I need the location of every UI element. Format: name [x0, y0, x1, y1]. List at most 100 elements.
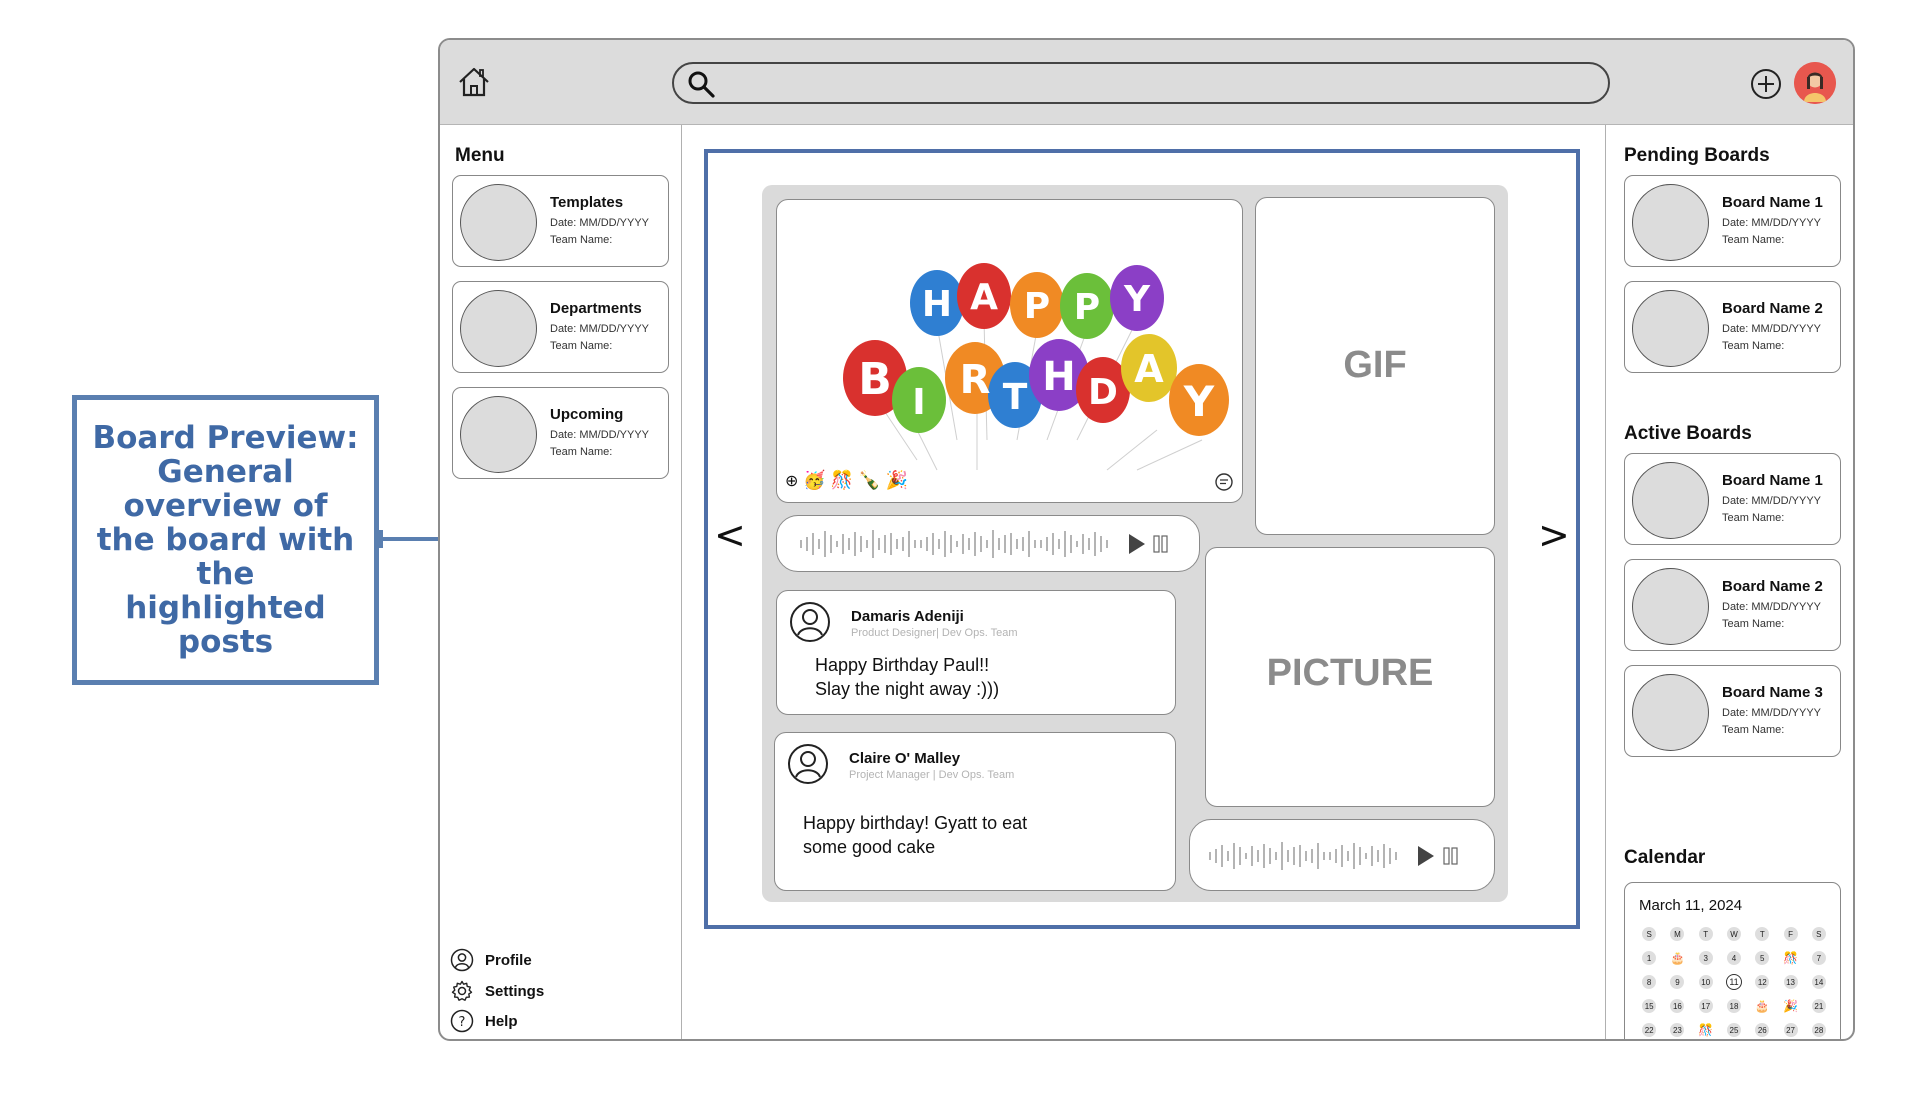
calendar-day[interactable]: 14: [1811, 975, 1826, 989]
calendar-day[interactable]: 26: [1755, 1023, 1770, 1037]
reaction-bar[interactable]: ⊕ 🥳 🎊 🍾 🎉: [785, 470, 908, 491]
calendar-day[interactable]: 17: [1698, 999, 1713, 1013]
picture-label: PICTURE: [1266, 652, 1434, 694]
left-sidebar: Menu Templates Date: MM/DD/YYYY Team Nam…: [440, 125, 682, 1039]
card-thumbnail: [1632, 568, 1709, 645]
annotation-text: Board Preview: General overview of the b…: [92, 420, 359, 660]
calendar-weekday: F: [1783, 927, 1798, 941]
calendar-cell: 21: [1805, 997, 1833, 1015]
calendar-day[interactable]: 16: [1670, 999, 1685, 1013]
card-date: Date: MM/DD/YYYY: [550, 429, 650, 441]
previous-arrow-button[interactable]: <: [714, 513, 746, 557]
plus-circle-icon[interactable]: [1749, 67, 1783, 101]
active-board-card[interactable]: Board Name 2 Date: MM/DD/YYYY Team Name:: [1624, 559, 1841, 651]
card-thumbnail: [460, 396, 537, 473]
calendar-day[interactable]: 9: [1670, 975, 1685, 989]
calendar-day[interactable]: 28: [1811, 1023, 1826, 1037]
message-post[interactable]: Damaris Adeniji Product Designer| Dev Op…: [776, 590, 1176, 715]
calendar-day[interactable]: 5: [1755, 951, 1770, 965]
calendar-day[interactable]: 27: [1783, 1023, 1798, 1037]
calendar-day[interactable]: 1: [1642, 951, 1657, 965]
search-input[interactable]: [672, 62, 1610, 104]
user-icon: [788, 744, 828, 784]
next-arrow-button[interactable]: >: [1538, 513, 1570, 557]
user-icon: [450, 948, 474, 972]
calendar-day[interactable]: 🎊: [1783, 950, 1799, 966]
add-reaction-icon[interactable]: ⊕: [785, 473, 798, 490]
birthday-balloons-post[interactable]: H A P P Y B I R T H D A Y ⊕ 🥳 🎊 🍾 🎉: [776, 199, 1243, 503]
card-thumbnail: [460, 290, 537, 367]
calendar-cell: T: [1692, 925, 1720, 943]
calendar-cell: 🎊: [1692, 1021, 1720, 1039]
calendar-cell: 9: [1663, 973, 1691, 991]
calendar-weekday: M: [1670, 927, 1685, 941]
svg-text:A: A: [970, 277, 998, 318]
post-message-line: Slay the night away :))): [815, 679, 1000, 699]
card-date: Date: MM/DD/YYYY: [1722, 323, 1822, 335]
audio-post[interactable]: [1189, 819, 1495, 891]
calendar-cell: 16: [1663, 997, 1691, 1015]
gif-placeholder[interactable]: GIF: [1255, 197, 1495, 535]
calendar-cell: 4: [1720, 949, 1748, 967]
svg-text:P: P: [1074, 287, 1100, 328]
card-team: Team Name:: [550, 340, 613, 352]
calendar-day[interactable]: 23: [1670, 1023, 1685, 1037]
calendar-cell: 12: [1748, 973, 1776, 991]
pending-board-card[interactable]: Board Name 2 Date: MM/DD/YYYY Team Name:: [1624, 281, 1841, 373]
svg-text:Y: Y: [1183, 377, 1215, 426]
pending-board-card[interactable]: Board Name 1 Date: MM/DD/YYYY Team Name:: [1624, 175, 1841, 267]
picture-placeholder[interactable]: PICTURE: [1205, 547, 1495, 807]
calendar-day[interactable]: 🎂: [1754, 998, 1770, 1014]
calendar-cell: 23: [1663, 1021, 1691, 1039]
svg-text:Y: Y: [1123, 279, 1151, 320]
calendar-day[interactable]: 4: [1726, 951, 1741, 965]
message-post[interactable]: Claire O' Malley Project Manager | Dev O…: [774, 732, 1176, 891]
post-message-line: Happy birthday! Gyatt to eat: [803, 813, 1028, 833]
menu-item-departments[interactable]: Departments Date: MM/DD/YYYY Team Name:: [452, 281, 669, 373]
card-team: Team Name:: [1722, 724, 1785, 736]
calendar-weekday: W: [1726, 927, 1741, 941]
card-title: Board Name 1: [1722, 472, 1823, 489]
calendar-day[interactable]: 13: [1783, 975, 1798, 989]
menu-item-upcoming[interactable]: Upcoming Date: MM/DD/YYYY Team Name:: [452, 387, 669, 479]
calendar-day[interactable]: 15: [1642, 999, 1657, 1013]
calendar-day[interactable]: 8: [1642, 975, 1657, 989]
calendar-grid: S M T W T F S 1 🎂 3 4 5 🎊 7 8 9 10 11 12 13 14 15 16 17 18 🎂 🎉 21 22…: [1635, 925, 1833, 1039]
calendar-day[interactable]: 21: [1811, 999, 1826, 1013]
active-board-card[interactable]: Board Name 3 Date: MM/DD/YYYY Team Name:: [1624, 665, 1841, 757]
menu-item-templates[interactable]: Templates Date: MM/DD/YYYY Team Name:: [452, 175, 669, 267]
calendar-day[interactable]: 11: [1725, 974, 1742, 990]
calendar-day[interactable]: 7: [1811, 951, 1826, 965]
active-board-card[interactable]: Board Name 1 Date: MM/DD/YYYY Team Name:: [1624, 453, 1841, 545]
reaction-emojis[interactable]: 🥳 🎊 🍾 🎉: [803, 470, 908, 490]
footer-label: Settings: [485, 982, 545, 1000]
card-team: Team Name:: [1722, 512, 1785, 524]
calendar-day[interactable]: 25: [1726, 1023, 1741, 1037]
calendar-day[interactable]: 🎉: [1783, 998, 1799, 1014]
footer-item-profile[interactable]: Profile: [450, 947, 532, 973]
calendar-cell: T: [1748, 925, 1776, 943]
user-avatar[interactable]: [1794, 62, 1836, 104]
comment-icon[interactable]: [1214, 472, 1234, 492]
post-message-line: Happy Birthday Paul!!: [815, 655, 990, 675]
calendar-cell: S: [1805, 925, 1833, 943]
calendar-day[interactable]: 18: [1726, 999, 1741, 1013]
svg-text:D: D: [1088, 372, 1118, 413]
board-preview-frame: < > H A P P Y B I R T H D A Y ⊕ 🥳 🎊 🍾 🎉 …: [704, 149, 1580, 929]
home-icon[interactable]: [456, 64, 492, 100]
calendar-day[interactable]: 3: [1698, 951, 1713, 965]
audio-post[interactable]: [776, 515, 1200, 572]
annotation-callout: Board Preview: General overview of the b…: [72, 395, 379, 685]
calendar-cell: 17: [1692, 997, 1720, 1015]
card-thumbnail: [460, 184, 537, 261]
calendar-cell: 15: [1635, 997, 1663, 1015]
svg-text:R: R: [960, 357, 991, 403]
calendar-day[interactable]: 10: [1698, 975, 1713, 989]
calendar-day[interactable]: 12: [1755, 975, 1770, 989]
footer-item-help[interactable]: ? Help: [450, 1008, 518, 1034]
footer-item-settings[interactable]: Settings: [450, 978, 544, 1004]
calendar-day[interactable]: 🎊: [1698, 1022, 1714, 1038]
calendar-day[interactable]: 22: [1642, 1023, 1657, 1037]
calendar-day[interactable]: 🎂: [1669, 950, 1685, 966]
play-icon: [1129, 534, 1145, 554]
